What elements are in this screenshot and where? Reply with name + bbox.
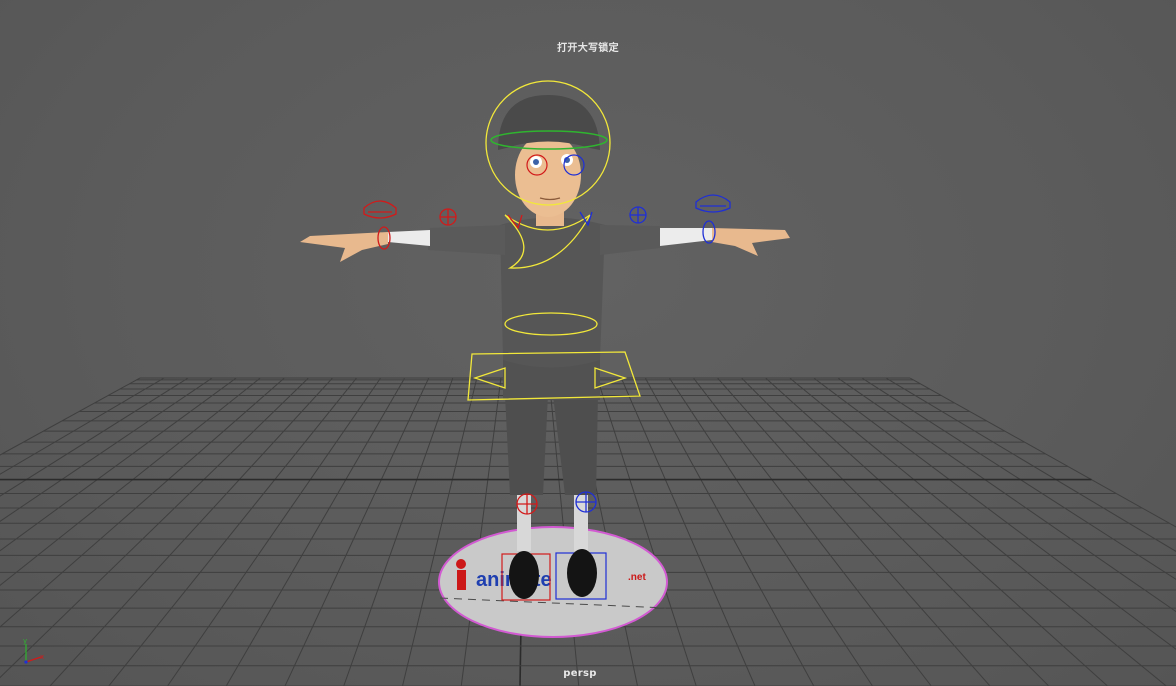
camera-name-label[interactable]: persp <box>0 668 1160 679</box>
grid-line <box>837 377 1176 613</box>
grid-line <box>0 377 213 522</box>
grid-line <box>813 377 1176 650</box>
grid-line <box>0 377 237 552</box>
grid-line <box>343 377 454 686</box>
logo-suffix: .net <box>628 572 646 583</box>
axis-gizmo: y x <box>23 637 44 664</box>
grid-line <box>0 377 309 679</box>
grid-line <box>49 377 333 686</box>
grid-line <box>596 377 697 686</box>
grid-line <box>167 377 382 686</box>
grid-line <box>0 377 285 628</box>
grid-line <box>225 377 406 686</box>
grid-line <box>885 377 1176 552</box>
grid-line <box>0 377 189 497</box>
perspective-viewport[interactable]: animate .net <box>0 0 1176 686</box>
scene-canvas: animate .net <box>0 80 1176 686</box>
grid-line <box>765 377 1108 686</box>
grid-line <box>668 377 873 686</box>
grid-line <box>717 377 991 686</box>
axis-y-label: y <box>23 637 27 645</box>
grid-line <box>284 377 430 686</box>
grid-line <box>460 377 502 686</box>
caps-lock-warning: 打开大写锁定 <box>557 43 619 54</box>
grid-line <box>909 377 1176 528</box>
grid-line <box>402 377 478 686</box>
grid-line <box>0 377 141 456</box>
grid-line <box>789 377 1167 686</box>
grid-line <box>108 377 357 686</box>
axis-x-label: x <box>40 653 44 661</box>
grid-line <box>620 377 756 686</box>
